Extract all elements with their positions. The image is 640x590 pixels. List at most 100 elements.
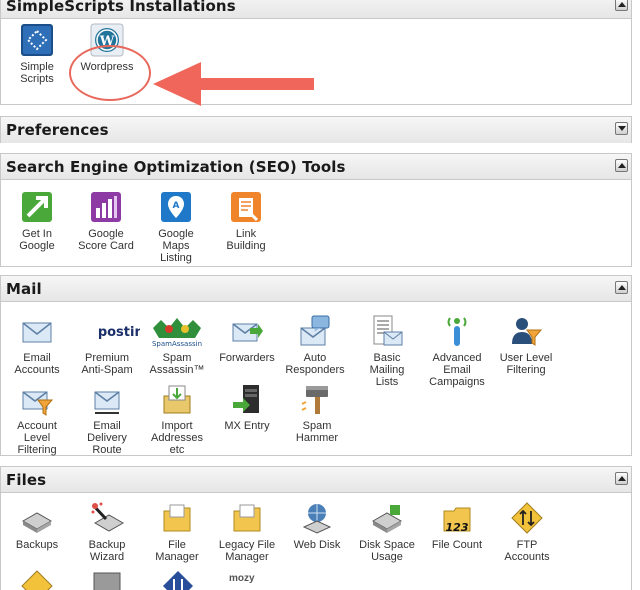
account-filtering-icon (22, 391, 54, 416)
link-building-link[interactable]: Link Building (208, 190, 284, 252)
get-in-google-link[interactable]: Get In Google (0, 190, 75, 252)
files-panel: Files Backups Backup Wizard File Manager… (0, 466, 632, 590)
mozy-icon[interactable]: mozy (229, 573, 255, 584)
panel-title: Mail (6, 280, 42, 298)
mailing-lists-icon (373, 315, 403, 346)
backup-wizard-link[interactable]: Backup Wizard (69, 501, 145, 563)
email-campaigns-icon (447, 317, 467, 346)
highlight-ring (69, 45, 151, 101)
forwarders-link[interactable]: Forwarders (209, 314, 285, 364)
item-label: Backups (15, 539, 59, 551)
item-label: Advanced Email Campaigns (429, 352, 485, 388)
svg-text:123: 123 (446, 521, 469, 534)
auto-responders-link[interactable]: Auto Responders (277, 314, 353, 376)
basic-mailing-lists-link[interactable]: Basic Mailing Lists (349, 314, 425, 388)
auto-responders-icon (300, 315, 330, 346)
panel-title: Files (6, 471, 47, 489)
svg-text:SpamAssassin: SpamAssassin (152, 340, 202, 348)
spam-assassin-link[interactable]: SpamAssassin Spam Assassin™ (139, 314, 215, 376)
import-addresses-icon (163, 385, 191, 414)
web-disk-icon (302, 504, 332, 534)
item-label: FTP Accounts (504, 539, 550, 563)
delivery-route-icon (94, 391, 120, 414)
postini-icon: postini (98, 325, 140, 340)
premium-anti-spam-link[interactable]: postini Premium Anti-Spam (69, 314, 145, 376)
ftp-accounts-link[interactable]: FTP Accounts (489, 501, 565, 563)
simplescripts-icon (21, 24, 53, 56)
get-in-google-icon (22, 192, 52, 222)
google-score-card-icon (91, 192, 121, 222)
email-accounts-icon (22, 322, 52, 343)
collapse-toggle-icon[interactable] (615, 159, 628, 172)
item-label: Google Maps Listing (158, 228, 194, 264)
transfer-arrows-icon[interactable] (161, 569, 195, 590)
ftp-icon[interactable] (20, 569, 54, 590)
item-label: Disk Space Usage (359, 539, 415, 563)
file-manager-icon (163, 504, 191, 532)
item-label: Get In Google (19, 228, 55, 252)
google-maps-listing-icon: A (161, 192, 191, 222)
red-arrow-annotation (153, 62, 314, 106)
spam-hammer-link[interactable]: Spam Hammer (279, 382, 355, 444)
seo-panel: Search Engine Optimization (SEO) Tools G… (0, 153, 632, 267)
collapse-toggle-icon[interactable] (615, 0, 628, 11)
item-label: Spam Hammer (295, 420, 339, 444)
email-delivery-route-link[interactable]: Email Delivery Route (69, 382, 145, 456)
backups-icon (21, 512, 53, 533)
panel-header: Preferences (1, 117, 631, 143)
item-label: Link Building (226, 228, 266, 252)
panel-header: Mail (1, 276, 631, 302)
panel-title: Preferences (6, 121, 109, 139)
google-score-card-link[interactable]: Google Score Card (68, 190, 144, 252)
server-icon (93, 572, 121, 590)
mail-panel: Mail Email Accounts postini Premium Anti… (0, 275, 632, 456)
backup-wizard-icon (91, 502, 124, 532)
item-label: Email Accounts (14, 352, 60, 376)
simplescripts-panel: SimpleScripts Installations Simple Scrip… (0, 0, 632, 106)
disk-space-icon (371, 505, 403, 533)
disk-space-usage-link[interactable]: Disk Space Usage (349, 501, 425, 563)
item-label: Forwarders (219, 352, 275, 364)
item-label: Account Level Filtering (17, 420, 57, 456)
legacy-file-manager-icon (233, 504, 261, 532)
item-label: Simple Scripts (20, 61, 54, 85)
server-icon[interactable] (90, 569, 124, 590)
link-building-icon (231, 192, 261, 222)
panel-header: SimpleScripts Installations (1, 0, 631, 19)
import-addresses-link[interactable]: Import Addresses etc (139, 382, 215, 456)
item-label: Import Addresses etc (151, 420, 203, 456)
mx-entry-icon (233, 385, 259, 413)
backups-link[interactable]: Backups (0, 501, 75, 551)
panel-header: Search Engine Optimization (SEO) Tools (1, 154, 631, 180)
item-label: Email Delivery Route (87, 420, 127, 456)
item-label: Legacy File Manager (218, 539, 276, 563)
panel-header: Files (1, 467, 631, 493)
advanced-email-campaigns-link[interactable]: Advanced Email Campaigns (419, 314, 495, 388)
item-label: Web Disk (293, 539, 341, 551)
panel-title: SimpleScripts Installations (6, 0, 236, 15)
mx-entry-link[interactable]: MX Entry (209, 382, 285, 432)
web-disk-link[interactable]: Web Disk (279, 501, 355, 551)
ftp-icon (21, 570, 53, 590)
svg-text:A: A (173, 201, 180, 211)
legacy-file-manager-link[interactable]: Legacy File Manager (209, 501, 285, 563)
expand-toggle-icon[interactable] (615, 122, 628, 135)
panel-title: Search Engine Optimization (SEO) Tools (6, 158, 346, 176)
user-filtering-icon (512, 318, 543, 346)
file-count-icon: 123 (443, 507, 471, 534)
account-level-filtering-link[interactable]: Account Level Filtering (0, 382, 75, 456)
collapse-toggle-icon[interactable] (615, 472, 628, 485)
item-label: Google Score Card (78, 228, 134, 252)
google-maps-listing-link[interactable]: A Google Maps Listing (138, 190, 214, 264)
item-label: Auto Responders (285, 352, 345, 376)
item-label: Basic Mailing Lists (369, 352, 405, 388)
file-count-link[interactable]: 123 File Count (419, 501, 495, 551)
file-manager-link[interactable]: File Manager (139, 501, 215, 563)
collapse-toggle-icon[interactable] (615, 281, 628, 294)
spamassassin-icon: SpamAssassin (152, 318, 202, 348)
user-level-filtering-link[interactable]: User Level Filtering (488, 314, 564, 376)
simplescripts-link[interactable]: Simple Scripts (0, 23, 75, 85)
email-accounts-link[interactable]: Email Accounts (0, 314, 75, 376)
item-label: Spam Assassin™ (149, 352, 205, 376)
item-label: Premium Anti-Spam (81, 352, 133, 376)
